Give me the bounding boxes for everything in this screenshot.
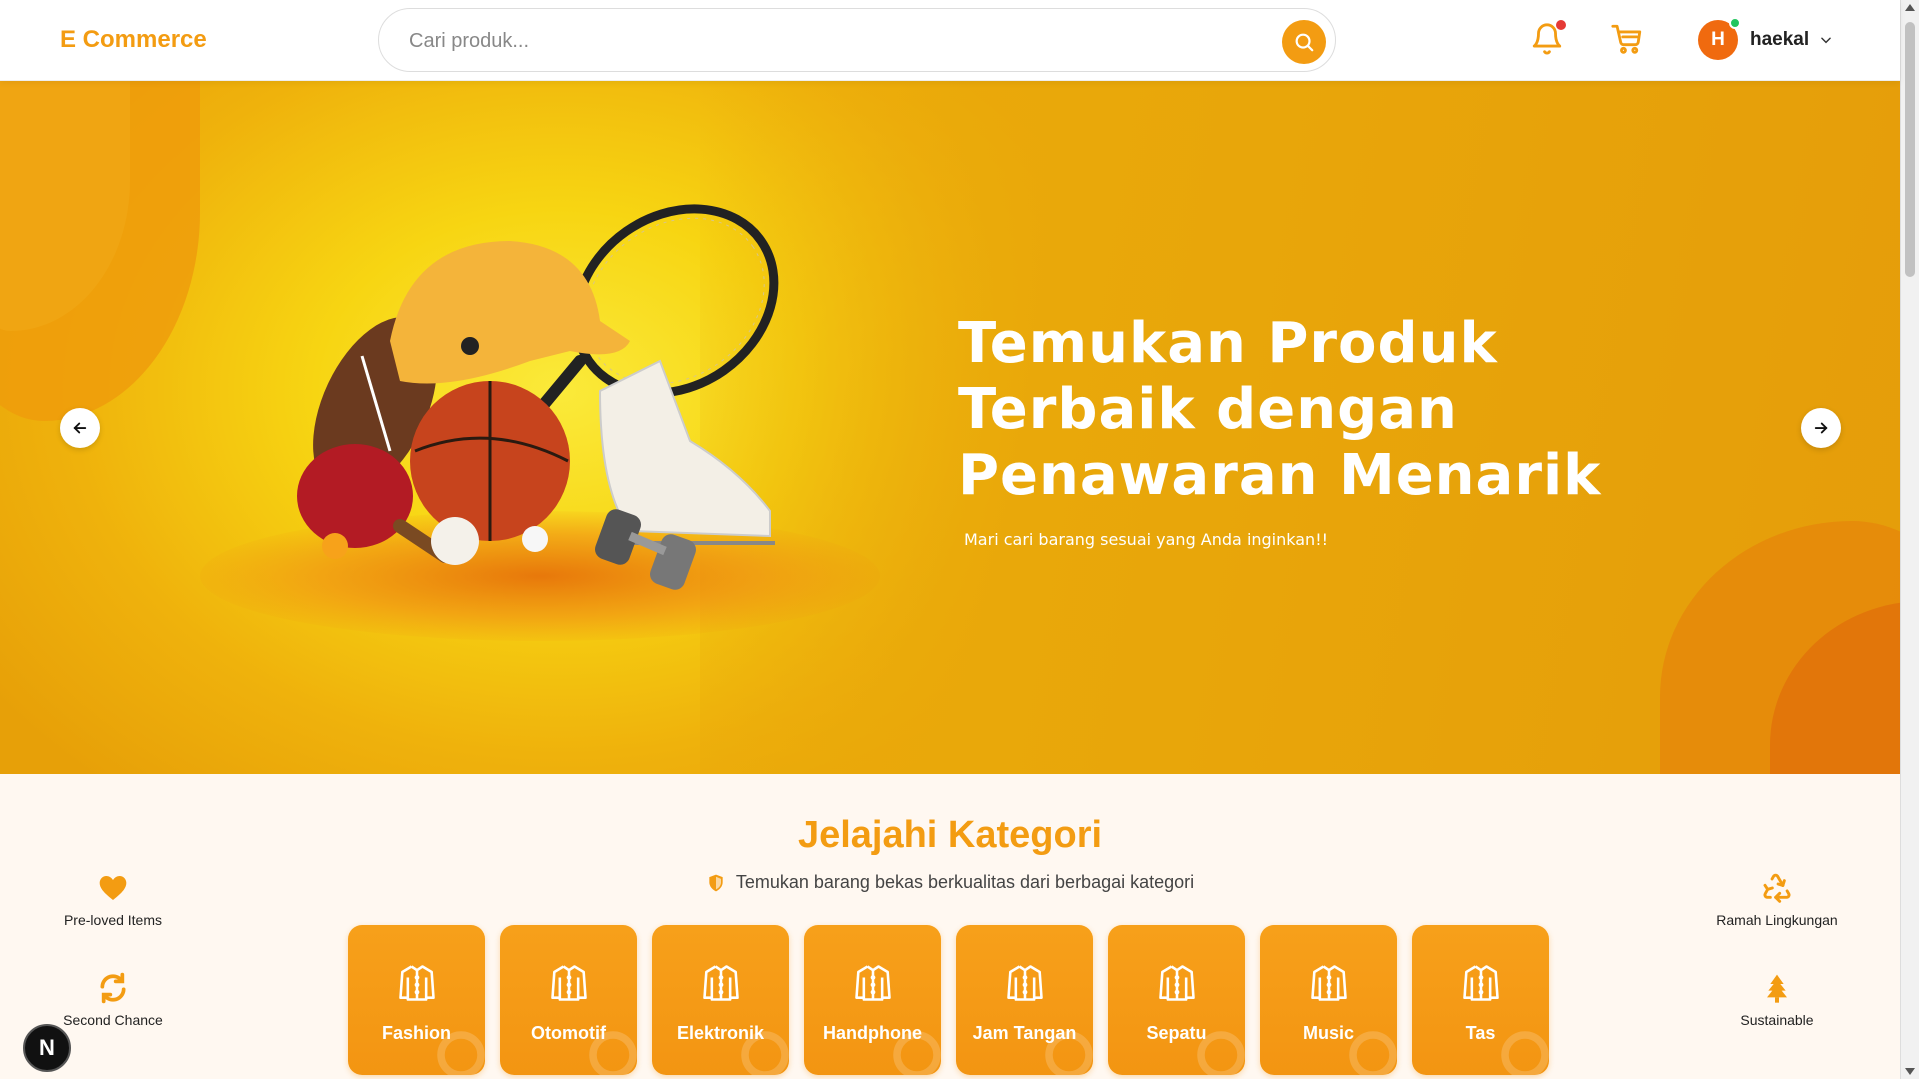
category-label: Music	[1302, 1023, 1354, 1043]
feature-label: Sustainable	[1740, 1012, 1814, 1028]
top-navbar: E Commerce H haekal	[0, 0, 1900, 81]
category-card-jam-tangan[interactable]: Jam Tangan	[956, 925, 1093, 1075]
shirt-icon	[1159, 965, 1195, 1001]
ping-pong-paddle-image	[297, 444, 413, 548]
hero-title-line: Temukan Produk	[958, 311, 1498, 376]
search-input[interactable]	[409, 27, 1229, 55]
shirt-icon	[399, 965, 435, 1001]
shirt-icon	[1463, 965, 1499, 1001]
category-list: Fashion Otomotif Elektronik Handphone Ja…	[348, 925, 1549, 1075]
feature-eco-friendly: Ramah Lingkungan	[1692, 872, 1862, 928]
section-subtitle-text: Temukan barang bekas berkualitas dari be…	[735, 872, 1195, 892]
category-label: Tas	[1465, 1023, 1496, 1043]
feature-second-chance: Second Chance	[28, 972, 198, 1028]
cart-icon	[1611, 24, 1642, 54]
search-icon	[1295, 33, 1314, 52]
category-card-handphone[interactable]: Handphone	[804, 925, 941, 1075]
baseball-image	[431, 517, 479, 565]
section-title: Jelajahi Kategori	[797, 814, 1103, 856]
category-label: Otomotif	[531, 1023, 606, 1043]
hero-subtitle: Mari cari barang sesuai yang Anda ingink…	[964, 530, 1329, 549]
shirt-icon	[551, 965, 587, 1001]
search-button[interactable]	[1282, 20, 1326, 64]
category-label: Fashion	[381, 1023, 451, 1043]
user-menu[interactable]: H haekal	[1698, 17, 1833, 62]
category-label: Jam Tangan	[972, 1023, 1077, 1043]
category-card-sepatu[interactable]: Sepatu	[1108, 925, 1245, 1075]
tree-icon	[1767, 974, 1787, 1003]
avatar-initial: H	[1711, 29, 1725, 50]
shield-icon	[709, 874, 723, 891]
notification-button[interactable]	[1530, 20, 1566, 58]
category-label: Elektronik	[676, 1023, 765, 1043]
feature-pre-loved: Pre-loved Items	[28, 872, 198, 928]
search-bar	[378, 8, 1336, 72]
avatar: H	[1698, 17, 1741, 60]
feature-label: Ramah Lingkungan	[1716, 912, 1838, 928]
shirt-icon	[703, 965, 739, 1001]
nextjs-dev-badge[interactable]: N	[23, 1024, 71, 1072]
category-card-tas[interactable]: Tas	[1412, 925, 1549, 1075]
refresh-icon	[100, 972, 126, 1004]
category-label: Sepatu	[1146, 1023, 1207, 1043]
notification-dot	[1556, 20, 1566, 30]
category-section: Jelajahi Kategori Temukan barang bekas b…	[0, 774, 1900, 1079]
category-label: Handphone	[823, 1023, 922, 1043]
brand-logo[interactable]: E Commerce	[60, 26, 207, 54]
cart-button[interactable]	[1610, 22, 1646, 58]
carousel-prev-button[interactable]	[60, 408, 100, 448]
hero-banner: Temukan Produk Terbaik dengan Penawaran …	[0, 81, 1900, 774]
arrow-right-icon	[1814, 422, 1828, 434]
heart-icon	[99, 876, 127, 900]
recycle-icon	[1763, 873, 1791, 903]
username: haekal	[1750, 29, 1810, 50]
section-subtitle: Temukan barang bekas berkualitas dari be…	[0, 872, 1900, 893]
scrollbar-thumb[interactable]	[1905, 22, 1915, 277]
page-scrollbar[interactable]	[1900, 0, 1919, 1079]
arrow-left-icon	[73, 422, 87, 434]
category-card-music[interactable]: Music	[1260, 925, 1397, 1075]
online-status-dot	[1729, 17, 1741, 29]
hero-title: Temukan Produk Terbaik dengan Penawaran …	[958, 311, 1602, 509]
category-card-fashion[interactable]: Fashion	[348, 925, 485, 1075]
sports-equipment-image	[297, 204, 779, 590]
hero-title-line: Terbaik dengan	[958, 377, 1458, 442]
chevron-down-icon	[1821, 37, 1831, 44]
shirt-icon	[855, 965, 891, 1001]
carousel-next-button[interactable]	[1801, 408, 1841, 448]
feature-label: Pre-loved Items	[63, 912, 163, 928]
shirt-icon	[1007, 965, 1043, 1001]
feature-label: Second Chance	[63, 1012, 163, 1028]
scroll-up-arrow-icon[interactable]	[1905, 4, 1915, 11]
category-card-elektronik[interactable]: Elektronik	[652, 925, 789, 1075]
scroll-down-arrow-icon[interactable]	[1905, 1068, 1915, 1075]
shirt-icon	[1311, 965, 1347, 1001]
feature-sustainable: Sustainable	[1692, 972, 1862, 1028]
hero-title-line: Penawaran Menarik	[958, 443, 1602, 508]
category-card-otomotif[interactable]: Otomotif	[500, 925, 637, 1075]
